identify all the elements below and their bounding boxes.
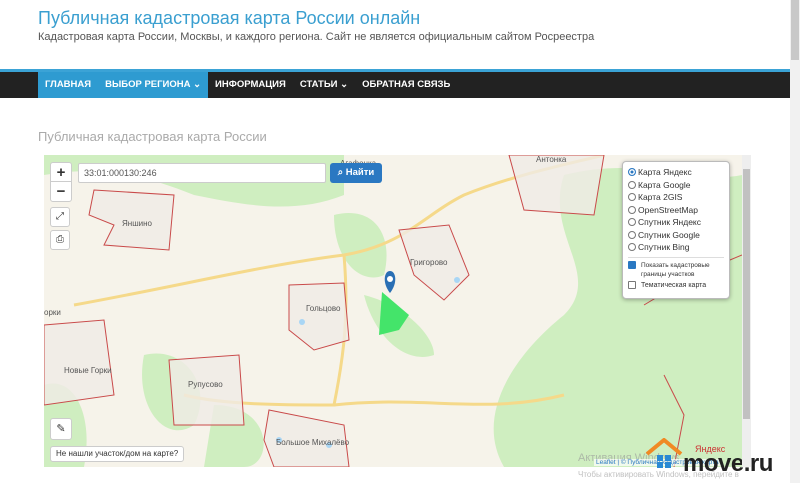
layer-option[interactable]: Карта 2GIS <box>628 191 724 204</box>
page-scrollbar-thumb[interactable] <box>791 0 799 60</box>
zoom-control: + − <box>50 162 72 202</box>
search-button[interactable]: ⌕ Найти <box>330 163 382 183</box>
layer-label: Карта Google <box>638 179 691 190</box>
print-icon[interactable]: ⎙ <box>50 230 70 250</box>
layer-label: Карта Яндекс <box>638 167 692 178</box>
layer-label: OpenStreetMap <box>638 204 699 215</box>
place-label: Новые Горки <box>64 366 112 375</box>
checkbox-icon[interactable] <box>628 260 636 269</box>
layer-label: Спутник Яндекс <box>638 217 701 228</box>
site-title[interactable]: Публичная кадастровая карта России онлай… <box>38 8 420 29</box>
radio-icon[interactable] <box>628 205 636 214</box>
show-boundaries-option[interactable]: Показать кадастровые границы участков <box>628 260 724 279</box>
zoom-out-button[interactable]: − <box>51 182 71 201</box>
radio-icon[interactable] <box>628 193 636 202</box>
layer-label: Карта 2GIS <box>638 192 683 203</box>
place-label: Яншино <box>122 219 153 228</box>
page-heading: Публичная кадастровая карта России <box>38 129 267 144</box>
site-description: Кадастровая карта России, Москвы, и кажд… <box>38 31 595 43</box>
nav-home[interactable]: ГЛАВНАЯ <box>38 72 99 98</box>
layer-switcher: Карта Яндекс Карта Google Карта 2GIS Ope… <box>622 161 730 299</box>
place-label: орки <box>44 308 61 317</box>
divider <box>628 256 724 258</box>
checkbox-icon[interactable] <box>628 280 636 289</box>
place-label: Гольцово <box>306 304 341 313</box>
move-house-icon <box>645 438 683 468</box>
radio-icon[interactable] <box>628 180 636 189</box>
option-label: Показать кадастровые границы участков <box>641 261 710 278</box>
move-ru-logo: move.ru <box>683 450 773 477</box>
nav-articles[interactable]: СТАТЬИ ⌄ <box>293 72 355 98</box>
thematic-map-option[interactable]: Тематическая карта <box>628 280 724 290</box>
layer-option[interactable]: Карта Google <box>628 179 724 192</box>
place-label: Рупусово <box>188 380 223 389</box>
nav-info[interactable]: ИНФОРМАЦИЯ <box>208 72 293 98</box>
page-scrollbar[interactable] <box>790 0 800 483</box>
map-scrollbar[interactable] <box>742 155 751 467</box>
layer-option[interactable]: Спутник Google <box>628 229 724 242</box>
cadastral-search-input[interactable]: 33:01:000130:246 <box>78 163 326 183</box>
layer-option[interactable]: Карта Яндекс <box>628 166 724 179</box>
search-button-label: Найти <box>345 167 375 178</box>
radio-icon[interactable] <box>628 230 636 239</box>
place-label: Григорово <box>410 258 448 267</box>
layer-option[interactable]: Спутник Яндекс <box>628 216 724 229</box>
map-scrollbar-thumb[interactable] <box>743 169 750 419</box>
place-label: Большое Михалёво <box>276 438 350 447</box>
layer-label: Спутник Bing <box>638 242 690 253</box>
layer-option[interactable]: Спутник Bing <box>628 241 724 254</box>
layer-label: Спутник Google <box>638 229 700 240</box>
nav-feedback[interactable]: ОБРАТНАЯ СВЯЗЬ <box>355 72 457 98</box>
radio-icon[interactable] <box>628 218 636 227</box>
fullscreen-icon[interactable]: ⤢ <box>50 207 70 227</box>
option-label: Тематическая карта <box>641 281 707 289</box>
radio-icon[interactable] <box>628 243 636 252</box>
main-nav: ГЛАВНАЯ ВЫБОР РЕГИОНА ⌄ ИНФОРМАЦИЯ СТАТЬ… <box>0 69 790 98</box>
zoom-in-button[interactable]: + <box>51 163 71 182</box>
search-icon: ⌕ <box>337 167 346 178</box>
radio-icon[interactable] <box>628 168 636 177</box>
layer-option[interactable]: OpenStreetMap <box>628 204 724 217</box>
place-label: Антонка <box>536 155 567 164</box>
not-found-button[interactable]: Не нашли участок/дом на карте? <box>50 446 185 462</box>
measure-ruler-icon[interactable]: ✎ <box>50 418 72 440</box>
nav-region[interactable]: ВЫБОР РЕГИОНА ⌄ <box>98 72 209 98</box>
